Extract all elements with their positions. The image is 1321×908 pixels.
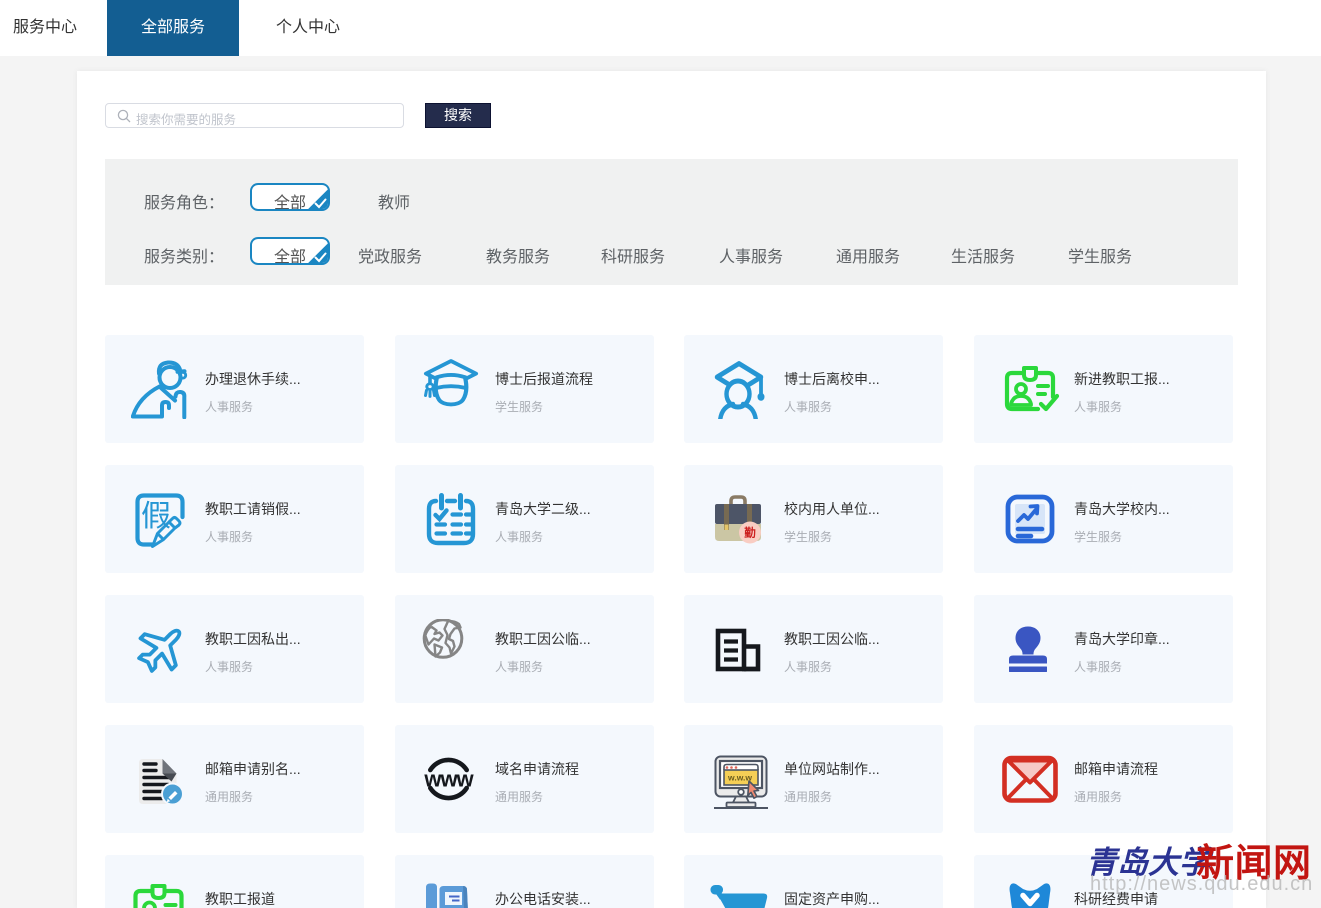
svg-text:www: www bbox=[423, 767, 474, 792]
svg-text:勤: 勤 bbox=[744, 526, 756, 540]
svg-text:假: 假 bbox=[141, 500, 171, 533]
